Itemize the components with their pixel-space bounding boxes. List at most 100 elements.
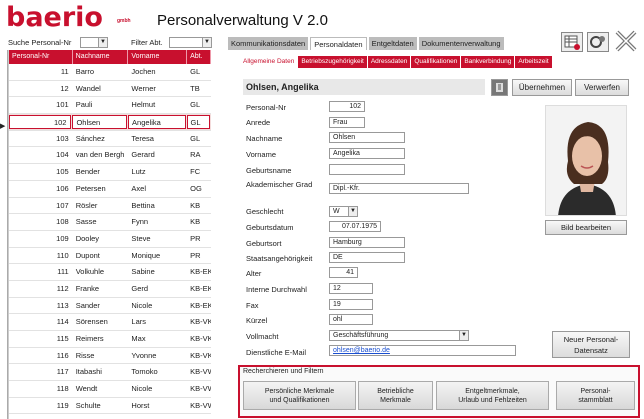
table-cell: GL (190, 133, 201, 143)
table-row[interactable]: 115 Reimers Max KB-VK (9, 331, 211, 348)
column-header-personal-nr[interactable]: Personal-Nr (9, 50, 73, 64)
table-row[interactable]: 102 Ohlsen Angelika GL (9, 114, 211, 131)
employee-photo (545, 105, 627, 216)
label-interne-durchwahl: Interne Durchwahl (246, 285, 307, 294)
table-cell: Werner (131, 83, 156, 93)
table-row[interactable]: 108 Sasse Fynn KB (9, 214, 211, 231)
tab-personaldaten[interactable]: Personaldaten (310, 37, 367, 50)
table-cell: Sasse (75, 217, 97, 227)
personalstammblatt-button[interactable]: Personal-stammblatt (556, 381, 635, 410)
field-interne-durchwahl[interactable]: 12 (329, 283, 373, 294)
table-row[interactable]: 119 Schulte Horst KB-VW (9, 398, 211, 415)
bild-bearbeiten-button[interactable]: Bild bearbeiten (545, 220, 627, 235)
field-personal-nr[interactable]: 102 (329, 101, 365, 112)
table-row[interactable]: 117 Itabashi Tomoko KB-VW (9, 364, 211, 382)
close-icon[interactable] (614, 30, 638, 52)
field-geschlecht-value: W (333, 208, 340, 215)
uebernehmen-button[interactable]: Übernehmen (512, 79, 572, 96)
verwerfen-button[interactable]: Verwerfen (575, 79, 629, 96)
table-row[interactable]: 103 Sánchez Teresa GL (9, 131, 211, 148)
table-row[interactable]: 11 Barro Jochen GL (9, 64, 211, 81)
table-row[interactable]: 111 Volkuhle Sabine KB-EK (9, 264, 211, 281)
field-geburtsdatum[interactable]: 07.07.1975 (329, 221, 381, 232)
table-row[interactable]: 105 Bender Lutz FC (9, 164, 211, 181)
label-vorname: Vorname (246, 150, 277, 159)
record-selector-icon: ▶ (0, 123, 6, 130)
field-nachname[interactable]: Ohlsen (329, 132, 405, 143)
field-vollmacht-select[interactable]: Geschäftsführung ▼ (329, 330, 469, 341)
label-kuerzel: Kürzel (246, 316, 268, 325)
subtab-betriebszugehoerigkeit[interactable]: Betriebszugehörigkeit (298, 56, 368, 68)
betriebliche-merkmale-button[interactable]: Betriebliche Merkmale (358, 381, 433, 410)
tab-entgeltdaten[interactable]: Entgeltdaten (368, 37, 417, 50)
persoenliche-merkmale-button[interactable]: Persönliche Merkmale und Qualifikationen (243, 381, 356, 410)
field-vorname[interactable]: Angelika (329, 148, 405, 159)
subtab-arbeitszeit[interactable]: Arbeitszeit (515, 56, 553, 68)
chevron-down-icon: ▼ (202, 38, 211, 47)
table-row[interactable]: 110 Dupont Monique PR (9, 248, 211, 265)
table-cell: Bender (75, 167, 100, 177)
table-cell: Helmut (131, 100, 156, 110)
subtab-allgemeine-daten[interactable]: Allgemeine Daten (240, 56, 299, 68)
table-cell: KB-EK (190, 267, 211, 277)
table-cell: 110 (56, 250, 69, 260)
table-cell: 118 (56, 384, 69, 394)
table-row[interactable]: 113 Sander Nicole KB-EK (9, 298, 211, 315)
tab-dokumentenverwaltung[interactable]: Dokumentenverwaltung (418, 37, 504, 50)
table-row[interactable]: 114 Sörensen Lars KB-VK (9, 314, 211, 331)
field-staatsangehoerigkeit[interactable]: DE (329, 252, 405, 263)
field-kuerzel[interactable]: ohl (329, 314, 373, 325)
table-cell: KB-VW (190, 384, 211, 394)
table-row[interactable]: 116 Risse Yvonne KB-VK (9, 348, 211, 365)
field-dienstliche-email[interactable]: ohlsen@baerio.de (329, 345, 516, 356)
table-cell: 111 (57, 267, 69, 277)
table-cell: Rösler (75, 200, 98, 210)
table-cell: Yvonne (131, 350, 157, 360)
btn3-line1: Entgeltmerkmale, (465, 387, 520, 395)
employee-list-header: Personal-Nr Nachname Vorname Abt. (9, 50, 211, 64)
subtab-bankverbindung[interactable]: Bankverbindung (461, 56, 516, 68)
table-row[interactable]: 101 Pauli Helmut GL (9, 97, 211, 115)
table-row[interactable]: 112 Franke Gerd KB-EK (9, 281, 211, 298)
table-cell: Sabine (131, 267, 155, 277)
filter-department-select[interactable]: ▼ (169, 37, 212, 48)
field-anrede[interactable]: Frau (329, 117, 365, 128)
column-header-abteilung[interactable]: Abt. (187, 50, 211, 64)
subtab-qualifikationen[interactable]: Qualifikationen (411, 56, 462, 68)
field-fax[interactable]: 19 (329, 299, 373, 310)
sub-tabs: Allgemeine Daten Betriebszugehörigkeit A… (240, 56, 553, 68)
table-cell: KB-VK (190, 350, 211, 360)
entgeltmerkmale-button[interactable]: Entgeltmerkmale, Urlaub und Fehlzeiten (436, 381, 549, 410)
btn3-line2: Urlaub und Fehlzeiten (458, 396, 527, 404)
table-cell: KB-VK (190, 334, 211, 343)
table-row[interactable]: 104 van den Bergh Gerard RA (9, 147, 211, 165)
field-geburtsort[interactable]: Hamburg (329, 237, 405, 248)
tab-kommunikationsdaten[interactable]: Kommunikationsdaten (228, 37, 309, 50)
table-row[interactable]: 107 Rösler Bettina KB (9, 198, 211, 215)
field-geschlecht-select[interactable]: W ▼ (329, 206, 358, 217)
table-cell: KB-VW (190, 367, 211, 377)
field-alter[interactable]: 41 (329, 267, 358, 278)
table-cell: Sörensen (75, 317, 108, 327)
column-header-vorname[interactable]: Vorname (128, 50, 188, 64)
table-row[interactable]: 106 Petersen Axel OG (9, 181, 211, 198)
field-geburtsname[interactable] (329, 164, 405, 175)
table-row[interactable]: 118 Wendt Nicole KB-VW (9, 381, 211, 398)
table-cell: Pauli (75, 100, 93, 110)
lock-icon[interactable] (491, 79, 508, 96)
table-cell: Schulte (75, 400, 101, 410)
column-header-nachname[interactable]: Nachname (73, 50, 129, 64)
table-row[interactable]: 109 Dooley Steve PR (9, 231, 211, 248)
table-cell: Sander (75, 300, 100, 310)
btn4-line1: Personal- (580, 387, 611, 395)
field-akademischer-grad[interactable]: Dipl.-Kfr. (329, 183, 469, 194)
settings-user-icon[interactable] (587, 32, 609, 52)
btn2-line2: Merkmale (380, 396, 411, 404)
table-cell: KB-EK (190, 283, 211, 293)
neuer-personal-datensatz-button[interactable]: Neuer Personal- Datensatz (552, 331, 630, 358)
employee-name-heading: Ohlsen, Angelika (243, 79, 485, 95)
search-personal-nr-select[interactable]: ▼ (80, 37, 108, 48)
subtab-adressdaten[interactable]: Adressdaten (367, 56, 412, 68)
table-row[interactable]: 12 Wandel Werner TB (9, 81, 211, 98)
spreadsheet-export-icon[interactable] (561, 32, 583, 52)
